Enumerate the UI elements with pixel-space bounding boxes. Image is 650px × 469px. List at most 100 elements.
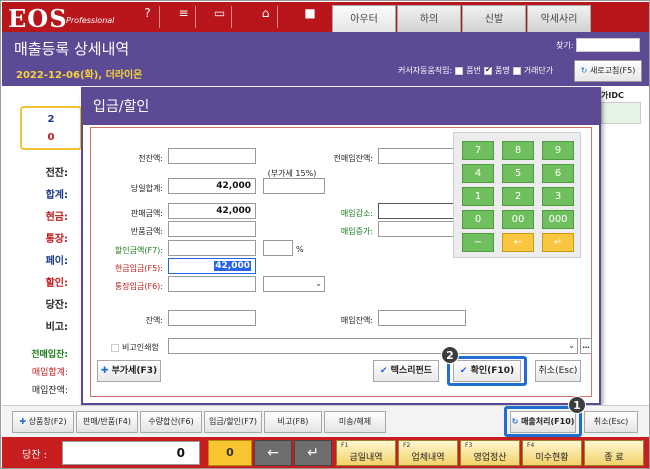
quantity-sum-button[interactable]: 수량합산(F6) xyxy=(140,411,202,433)
footer-balance-value: 0 xyxy=(62,441,200,465)
key-backspace-icon[interactable]: ← xyxy=(502,233,534,252)
deposit-discount-button[interactable]: 입금/할인(F7) xyxy=(204,411,262,433)
key-8[interactable]: 8 xyxy=(502,141,534,160)
refresh-icon: ↻ xyxy=(580,66,588,75)
enter-arrow-icon[interactable]: ↵ xyxy=(294,440,332,466)
key-5[interactable]: 5 xyxy=(502,164,534,183)
bank-account-dropdown[interactable]: ⌄ xyxy=(263,276,325,292)
refresh-button[interactable]: ↻ 새로고침(F5) xyxy=(574,60,642,82)
page-header: 매출등록 상세내역 2022-12-06(화), 더라이온 찾기: 커서자동움직… xyxy=(2,32,649,86)
check-icon: ✔ xyxy=(379,366,388,376)
percent-sign: % xyxy=(296,245,304,254)
remark-more-button[interactable]: … xyxy=(580,338,592,354)
discount-percent-field[interactable] xyxy=(263,240,293,256)
sale-return-button[interactable]: 판매/반품(F4) xyxy=(76,411,138,433)
exit-label: 종 료 xyxy=(604,453,624,463)
hide-remark-label: 비고인쇄함 xyxy=(122,343,159,352)
key-0[interactable]: 0 xyxy=(462,210,494,229)
label-remark: 비고: xyxy=(45,322,68,333)
search-input[interactable] xyxy=(576,38,640,52)
remark-dropdown[interactable]: ⌄ xyxy=(168,338,578,354)
bank-icon[interactable]: ⌂ xyxy=(254,6,278,28)
toolbar-cancel-button[interactable]: 취소(Esc) xyxy=(584,411,638,433)
page-subtitle: 2022-12-06(화), 더라이온 xyxy=(16,70,143,81)
sales-settlement-button[interactable]: F3 영업정산 xyxy=(460,440,520,466)
box-icon[interactable]: ■ xyxy=(298,6,322,28)
product-window-label: 상품창(F2) xyxy=(28,417,67,426)
bottom-toolbar: ✚ 상품창(F2) 판매/반품(F4) 수량합산(F6) 입금/할인(F7) 비… xyxy=(2,396,649,437)
key-00[interactable]: 00 xyxy=(502,210,534,229)
back-arrow-icon[interactable]: ← xyxy=(254,440,292,466)
tab-shoes[interactable]: 신발 xyxy=(462,5,526,33)
key-6[interactable]: 6 xyxy=(542,164,574,183)
monitor-icon[interactable]: ▭ xyxy=(208,6,232,28)
purchase-balance-field[interactable] xyxy=(378,310,466,326)
key-4[interactable]: 4 xyxy=(462,164,494,183)
today-total-field[interactable]: 42,000 xyxy=(168,178,256,194)
checkbox-item-code-label: 품번 xyxy=(466,66,481,75)
help-icon[interactable]: ? xyxy=(136,6,160,28)
number-keypad: 7 8 9 4 5 6 1 2 3 0 00 000 − ← ↵ xyxy=(453,132,581,258)
tab-outer[interactable]: 아우터 xyxy=(332,5,396,33)
app-top-bar: EOS Professional ? ≡ ▭ ⌂ ■ 아우터 하의 신발 악세사… xyxy=(2,2,649,33)
text-refund-button[interactable]: ✔ 텍스리펀드 xyxy=(373,360,439,382)
key-1[interactable]: 1 xyxy=(462,187,494,206)
vat-field[interactable] xyxy=(263,178,325,194)
key-9[interactable]: 9 xyxy=(542,141,574,160)
balance-field[interactable] xyxy=(168,310,256,326)
hide-remark-checkbox[interactable] xyxy=(111,343,119,352)
key-enter-icon[interactable]: ↵ xyxy=(542,233,574,252)
confirm-highlight xyxy=(447,356,527,386)
step-marker-1: 1 xyxy=(568,396,586,414)
label-current-balance: 당잔: xyxy=(45,300,68,311)
footer-bar: 당잔 : 0 0 ← ↵ F1 금일내역 F2 업체내역 F3 영업정산 F4 … xyxy=(2,437,649,468)
label-bank: 통장: xyxy=(45,234,68,245)
dialog-cancel-button[interactable]: 취소(Esc) xyxy=(535,360,581,382)
key-000[interactable]: 000 xyxy=(542,210,574,229)
key-7[interactable]: 7 xyxy=(462,141,494,160)
exit-button[interactable]: 종 료 xyxy=(584,440,644,466)
key-minus[interactable]: − xyxy=(462,233,494,252)
checkbox-unit-price[interactable] xyxy=(512,66,521,75)
label-prev-balance: 전잔: xyxy=(45,168,68,179)
layers-icon[interactable]: ≡ xyxy=(172,6,196,28)
return-amount-field[interactable] xyxy=(168,221,256,237)
count-value-2: 0 xyxy=(47,132,55,143)
receivables-button[interactable]: F4 미수현황 xyxy=(522,440,582,466)
sales-amount-field[interactable]: 42,000 xyxy=(168,203,256,219)
key-3[interactable]: 3 xyxy=(542,187,574,206)
vendor-history-label: 업체내역 xyxy=(411,453,445,463)
right-summary-box xyxy=(601,102,641,124)
product-window-button[interactable]: ✚ 상품창(F2) xyxy=(12,411,74,433)
count-box: 2 0 xyxy=(20,106,82,150)
tab-bottoms[interactable]: 하의 xyxy=(397,5,461,33)
bank-deposit-label: 통장입금(F6): xyxy=(114,282,163,291)
label-purchase-balance: 매입잔액: xyxy=(31,386,68,396)
key-2[interactable]: 2 xyxy=(502,187,534,206)
checkbox-unit-price-label: 거래단가 xyxy=(523,66,554,75)
label-pay: 페이: xyxy=(45,256,68,267)
footer-yellow-value[interactable]: 0 xyxy=(208,440,252,466)
prev-purchase-balance-label: 전매입잔액: xyxy=(333,154,374,163)
checkbox-item-code[interactable] xyxy=(455,66,464,75)
vendor-history-button[interactable]: F2 업체내역 xyxy=(398,440,458,466)
bank-deposit-field[interactable] xyxy=(168,276,256,292)
cash-deposit-value: 42,000 xyxy=(214,261,251,271)
receivables-key: F4 xyxy=(527,442,535,449)
cash-deposit-field[interactable]: 42,000 xyxy=(168,258,256,274)
checkbox-item-name-label: 품명 xyxy=(494,66,510,75)
app-logo: EOS xyxy=(8,4,68,33)
purchase-increase-label: 매입증가: xyxy=(340,227,373,236)
plus-icon: ✚ xyxy=(100,366,109,376)
chevron-down-icon: ⌄ xyxy=(315,279,322,288)
vat-button[interactable]: ✚ 부가세(F3) xyxy=(97,360,161,382)
label-discount: 할인: xyxy=(45,278,68,289)
remark-button[interactable]: 비고(F8) xyxy=(264,411,322,433)
tab-accessories[interactable]: 악세사리 xyxy=(527,5,591,33)
discount-amount-field[interactable] xyxy=(168,240,256,256)
prev-balance-field[interactable] xyxy=(168,148,256,164)
sales-amount-label: 판매금액: xyxy=(130,209,163,218)
checkbox-item-name[interactable] xyxy=(483,65,492,75)
today-history-button[interactable]: F1 금일내역 xyxy=(336,440,396,466)
unshipped-release-button[interactable]: 미송/해제 xyxy=(324,411,386,433)
